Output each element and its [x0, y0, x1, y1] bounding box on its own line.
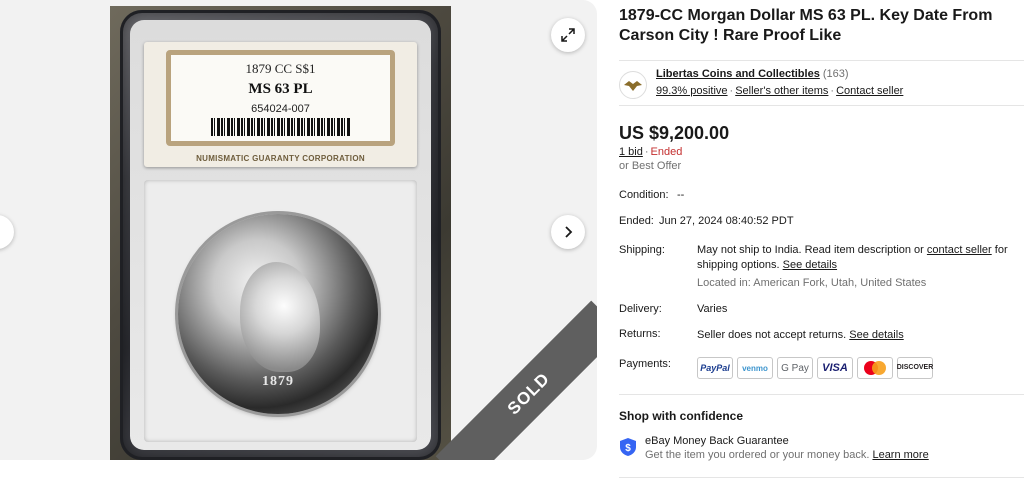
returns-text: Seller does not accept returns.	[697, 329, 847, 341]
svg-text:$: $	[625, 443, 631, 454]
separator: ·	[644, 146, 649, 158]
delivery-label: Delivery:	[619, 303, 662, 315]
barcode	[211, 118, 351, 136]
delivery-value: Varies	[697, 303, 728, 315]
confidence-title: Shop with confidence	[619, 409, 744, 423]
shipping-contact-seller-link[interactable]: contact seller	[927, 244, 992, 256]
bid-status: 1 bid · Ended	[619, 146, 682, 158]
ngc-slab: 1879 CC S$1 MS 63 PL 654024-007 NUMISMAT…	[120, 10, 441, 460]
slab-inner: 1879 CC S$1 MS 63 PL 654024-007 NUMISMAT…	[130, 20, 431, 450]
slab-label-grade: MS 63 PL	[248, 81, 313, 97]
guarantee-description: Get the item you ordered or your money b…	[645, 449, 929, 461]
eagle-logo-icon	[624, 81, 642, 91]
learn-more-link[interactable]: Learn more	[872, 449, 928, 461]
ended-status: Ended	[650, 146, 683, 158]
returns-see-details-link[interactable]: See details	[849, 329, 903, 341]
seller-card: Libertas Coins and Collectibles (163) 99…	[619, 60, 1024, 106]
returns-value: Seller does not accept returns. See deta…	[697, 328, 1024, 343]
slab-label: 1879 CC S$1 MS 63 PL 654024-007 NUMISMAT…	[144, 42, 417, 167]
mastercard-circles	[864, 361, 886, 375]
slab-label-footer: NUMISMATIC GUARANTY CORPORATION	[196, 154, 365, 163]
item-details-panel: 1879-CC Morgan Dollar MS 63 PL. Key Date…	[619, 6, 1024, 478]
google-pay-icon: G Pay	[777, 357, 813, 379]
next-image-button[interactable]	[551, 215, 585, 249]
seller-name-row: Libertas Coins and Collectibles (163)	[656, 68, 849, 80]
separator: ·	[830, 85, 835, 97]
slab-label-cert: 654024-007	[251, 103, 310, 115]
bids-link[interactable]: 1 bid	[619, 146, 643, 158]
returns-label: Returns:	[619, 328, 661, 340]
coin-well: 1879	[144, 180, 417, 442]
guarantee-text: Get the item you ordered or your money b…	[645, 449, 870, 461]
chevron-right-icon	[565, 226, 573, 238]
price: US $9,200.00	[619, 123, 730, 143]
expand-icon	[561, 28, 575, 42]
seller-feedback-count: (163)	[822, 68, 849, 80]
listing-title: 1879-CC Morgan Dollar MS 63 PL. Key Date…	[619, 7, 993, 44]
visa-icon: VISA	[817, 357, 853, 379]
condition-value: --	[677, 189, 685, 201]
morgan-dollar-coin: 1879	[178, 214, 378, 414]
shipping-see-details-link[interactable]: See details	[783, 259, 837, 271]
chevron-left-icon	[0, 225, 4, 239]
image-gallery: 1879 CC S$1 MS 63 PL 654024-007 NUMISMAT…	[0, 0, 597, 460]
shipping-text: May not ship to India. Read item descrip…	[697, 244, 924, 256]
mastercard-circle-yellow	[872, 361, 886, 375]
seller-other-items-link[interactable]: Seller's other items	[735, 85, 828, 97]
sold-ribbon: SOLD	[435, 300, 597, 460]
money-back-guarantee: eBay Money Back Guarantee	[645, 435, 789, 447]
mastercard-icon	[857, 357, 893, 379]
shield-icon: $	[620, 438, 636, 456]
slab-label-panel: 1879 CC S$1 MS 63 PL 654024-007	[166, 50, 395, 146]
positive-feedback-link[interactable]: 99.3% positive	[656, 85, 728, 97]
discover-icon: DISCOVER	[897, 357, 933, 379]
payments-label: Payments:	[619, 358, 671, 370]
seller-links: 99.3% positive · Seller's other items · Cont…	[656, 85, 903, 97]
item-location: Located in: American Fork, Utah, United …	[697, 277, 927, 289]
venmo-icon: venmo	[737, 357, 773, 379]
separator: ·	[729, 85, 734, 97]
shipping-value: May not ship to India. Read item descrip…	[697, 243, 1024, 273]
coin-date: 1879	[262, 374, 294, 389]
payment-methods: PayPal venmo G Pay VISA DISCOVER	[697, 357, 933, 379]
contact-seller-link[interactable]: Contact seller	[836, 85, 903, 97]
paypal-icon: PayPal	[697, 357, 733, 379]
best-offer-text: or Best Offer	[619, 160, 682, 172]
expand-button[interactable]	[551, 18, 585, 52]
liberty-head	[240, 262, 320, 372]
slab-label-line1: 1879 CC S$1	[245, 61, 316, 76]
ended-value: Jun 27, 2024 08:40:52 PDT	[659, 215, 794, 227]
condition-label: Condition:	[619, 189, 669, 201]
ended-label: Ended:	[619, 215, 654, 227]
shop-with-confidence: Shop with confidence $ eBay Money Back G…	[619, 394, 1024, 478]
item-photo[interactable]: 1879 CC S$1 MS 63 PL 654024-007 NUMISMAT…	[110, 6, 451, 460]
seller-name-link[interactable]: Libertas Coins and Collectibles	[656, 68, 820, 80]
sold-ribbon-label: SOLD	[503, 368, 554, 419]
prev-image-button[interactable]	[0, 215, 14, 249]
shipping-label: Shipping:	[619, 244, 665, 256]
seller-logo[interactable]	[619, 71, 647, 99]
